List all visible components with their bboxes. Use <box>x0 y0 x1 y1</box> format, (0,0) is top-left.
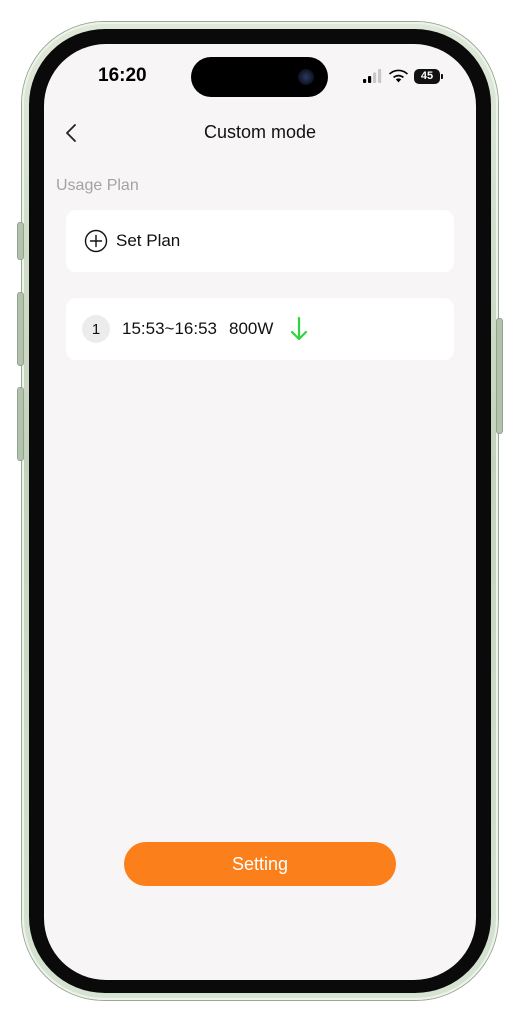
plan-index-badge: 1 <box>82 315 110 343</box>
set-plan-button[interactable]: Set Plan <box>66 210 454 272</box>
volume-up-button <box>17 292 24 366</box>
wifi-icon <box>389 69 408 83</box>
status-time: 16:20 <box>98 65 147 86</box>
status-icons: 45 <box>363 66 443 86</box>
set-plan-label: Set Plan <box>116 231 181 250</box>
setting-button[interactable]: Setting <box>124 842 396 886</box>
section-label: Usage Plan <box>56 177 139 194</box>
plan-item[interactable]: 1 15:53~16:53 800W <box>66 298 454 360</box>
page-title: Custom mode <box>203 122 317 142</box>
volume-down-button <box>17 387 24 461</box>
plus-circle-icon <box>84 229 108 253</box>
battery-icon: 45 <box>414 68 443 84</box>
screen: 16:20 45 Custom mode Usage Plan Set Plan… <box>44 44 476 980</box>
cellular-signal-icon <box>363 69 382 83</box>
power-button <box>496 318 503 434</box>
plan-time-range: 15:53~16:53 <box>122 319 218 338</box>
camera-icon <box>298 69 314 85</box>
nav-bar: Custom mode <box>44 114 476 152</box>
action-button <box>17 222 24 260</box>
arrow-down-icon <box>291 316 308 341</box>
dynamic-island <box>191 57 328 97</box>
plan-power: 800W <box>229 319 274 338</box>
